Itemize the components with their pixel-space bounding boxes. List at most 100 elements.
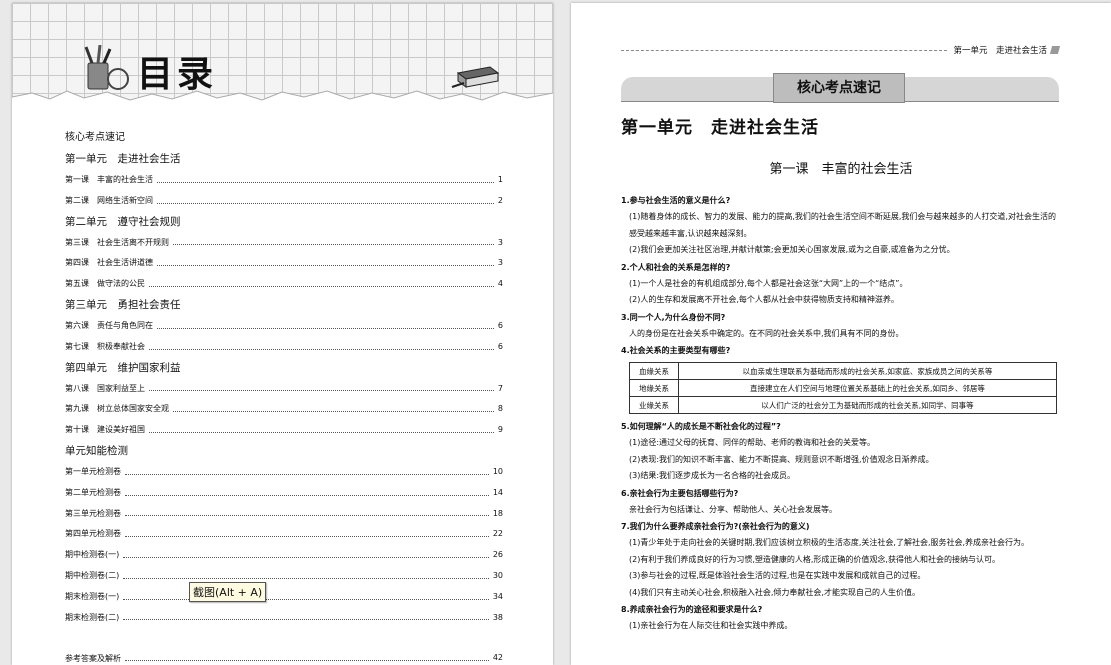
toc-entry-label: 第六课 责任与角色同在 [65,320,153,330]
leader-dots [125,515,489,517]
answer-text: (2)人的生存和发展离不开社会,每个人都从社会中获得物质支持和精神滋养。 [629,295,899,304]
toc-entry[interactable]: 第六课 责任与角色同在 6 [65,316,503,337]
toc-entry[interactable]: 第四单元检测卷 22 [65,524,503,545]
section-banner-label: 核心考点速记 [773,73,905,103]
answer-text: (1)亲社会行为在人际交往和社会实践中养成。 [629,621,793,630]
toc-entry-label: 第十课 建设美好祖国 [65,425,145,435]
leader-dots [123,598,489,600]
leader-dots [125,494,489,496]
toc-entry-label: 期中检测卷(一) [65,550,120,560]
toc-entry[interactable]: 第二单元检测卷 14 [65,483,503,504]
answer-text: (2)表现:我们的知识不断丰富、能力不断提高、规则意识不断增强,价值观念日渐养成… [629,454,934,464]
toc-entry[interactable]: 期末检测卷(一) 34 [65,587,503,608]
toc-entry[interactable]: 第一课 丰富的社会生活 1 [65,170,503,191]
toc-entry[interactable]: 第四课 社会生活讲道德 3 [65,253,503,274]
answer-text: (1)青少年处于走向社会的关键时期,我们应该树立积极的生活态度,关注社会,了解社… [629,538,1030,547]
toc-entry[interactable]: 第七课 积极奉献社会 6 [65,337,503,358]
toc-entry[interactable]: 第二课 网络生活新空间 2 [65,191,503,212]
toc-entry[interactable]: 第八课 国家利益至上 7 [65,379,503,400]
leader-dots [157,327,494,329]
toc-entry-label: 期末检测卷(一) [65,591,120,601]
toc-entry-page: 7 [497,383,503,393]
table-row: 血缘关系 以血亲或生理联系为基础而形成的社会关系,如家庭、家族成员之间的关系等 [629,362,1057,380]
toc-entry-label: 第三课 社会生活离不开规则 [65,237,169,247]
toc-entry-page: 18 [492,508,503,518]
leader-dots [123,619,489,621]
toc-entry[interactable]: 期末检测卷(二) 38 [65,608,503,629]
header-marker-icon [1049,46,1061,54]
answer-text: 人的身份是在社会关系中确定的。在不同的社会关系中,我们具有不同的身份。 [629,328,904,338]
toc-list: 核心考点速记 第一单元 走进社会生活 第一课 丰富的社会生活 1 第二课 网络生活… [65,127,503,628]
toc-entry-page: 10 [492,466,503,476]
toc-unit-title: 第一单元 走进社会生活 [65,153,181,165]
toc-entry-label: 第七课 积极奉献社会 [65,341,145,351]
toc-entry[interactable]: 期中检测卷(二) 30 [65,566,503,587]
answer-text: (3)参与社会的过程,既是体验社会生活的过程,也是在实践中发展和成就自己的过程。 [629,571,926,580]
leader-dots [149,348,494,350]
lesson-content: 1.参与社会生活的意义是什么? (1)随着身体的成长、智力的发展、能力的提高,我… [621,192,1061,635]
toc-title: 目录 [137,54,218,95]
toc-entry-label: 第五课 做守法的公民 [65,279,145,289]
toc-entry-page: 2 [497,195,503,205]
toc-entry-label: 第二课 网络生活新空间 [65,195,153,205]
answer-text: (3)结果:我们逐步成长为一名合格的社会成员。 [629,471,796,480]
answer-text: (1)途径:通过父母的抚育、同伴的帮助、老师的教诲和社会的关爱等。 [629,438,876,447]
toc-entry[interactable]: 第五课 做守法的公民 4 [65,274,503,295]
table-cell-type: 血缘关系 [629,362,679,380]
leader-dots [123,557,489,559]
toc-entry[interactable]: 期中检测卷(一) 26 [65,545,503,566]
toc-entry-label: 第一课 丰富的社会生活 [65,175,153,184]
toc-entry-page: 42 [492,653,503,662]
table-cell-type: 业缘关系 [629,396,679,414]
leader-dots [149,390,494,392]
question-heading: 6.亲社会行为主要包括哪些行为? [621,488,739,498]
table-cell-desc: 以血亲或生理联系为基础而形成的社会关系,如家庭、家族成员之间的关系等 [678,362,1057,380]
toc-unit-title: 第三单元 勇担社会责任 [65,298,181,311]
toc-entry-page: 9 [497,425,503,435]
question-heading: 5.如何理解“人的成长是不断社会化的过程”? [621,422,781,431]
toc-entry-label: 第四课 社会生活讲道德 [65,258,153,268]
relations-table: 血缘关系 以血亲或生理联系为基础而形成的社会关系,如家庭、家族成员之间的关系等 地… [629,362,1057,414]
toc-entry-page: 38 [492,612,503,622]
toc-entry[interactable]: 第十课 建设美好祖国 9 [65,420,503,441]
toc-entry-page: 30 [492,570,503,580]
table-cell-desc: 直接建立在人们空间与地理位置关系基础上的社会关系,如同乡、邻居等 [678,379,1057,397]
leader-dots [157,202,494,204]
question-heading: 7.我们为什么要养成亲社会行为?(亲社会行为的意义) [621,522,810,531]
toc-entry[interactable]: 第一单元检测卷 10 [65,462,503,483]
toc-entry-label: 第八课 国家利益至上 [65,383,145,393]
toc-entry-page: 6 [497,341,503,351]
leader-dots [125,473,489,475]
leader-dots [173,411,494,413]
table-row: 地缘关系 直接建立在人们空间与地理位置关系基础上的社会关系,如同乡、邻居等 [629,379,1057,397]
table-cell-type: 地缘关系 [629,379,679,397]
toc-entry-page: 4 [497,279,503,289]
toc-entry-page: 14 [492,487,503,497]
question-heading: 3.同一个人,为什么身份不同? [621,312,726,322]
toc-page: 目录 核心考点速记 第一单元 走进社会生活 第一课 丰富的社会生活 1 第二课 网… [12,3,553,665]
toc-entry-page: 8 [497,404,503,414]
leader-dots [149,432,494,434]
toc-entry[interactable]: 第三单元检测卷 18 [65,504,503,525]
unit-title: 第一单元 走进社会生活 [621,118,819,138]
toc-entry[interactable]: 第九课 树立总体国家安全观 8 [65,399,503,420]
leader-dots [125,536,489,538]
toc-entry-answers[interactable]: 参考答案及解析 42 [65,653,503,664]
answer-text: (2)有利于我们养成良好的行为习惯,塑造健康的人格,形成正确的价值观念,获得他人… [629,554,1000,564]
answer-text: 亲社会行为包括谦让、分享、帮助他人、关心社会发展等。 [629,504,837,514]
table-row: 业缘关系 以人们广泛的社会分工为基础而形成的社会关系,如同学、同事等 [629,396,1057,414]
toc-entry-label: 第四单元检测卷 [65,529,121,539]
question-heading: 4.社会关系的主要类型有哪些? [621,346,731,355]
section-banner: 核心考点速记 [621,73,1059,103]
toc-entry-page: 22 [492,529,503,539]
toc-entry-page: 6 [497,320,503,330]
toc-entry[interactable]: 第三课 社会生活离不开规则 3 [65,233,503,254]
books-icon [451,66,500,88]
screenshot-tooltip: 截图(Alt + A) [189,582,267,602]
answer-text: (1)一个人是社会的有机组成部分,每个人都是社会这张“大网”上的一个“结点”。 [629,278,908,288]
running-header: 第一单元 走进社会生活 [621,43,1061,57]
toc-entry-page: 34 [492,591,503,601]
toc-entry-page: 1 [497,175,503,184]
toc-entry-page: 26 [492,550,503,560]
toc-unit-title: 第四单元 维护国家利益 [65,361,181,374]
